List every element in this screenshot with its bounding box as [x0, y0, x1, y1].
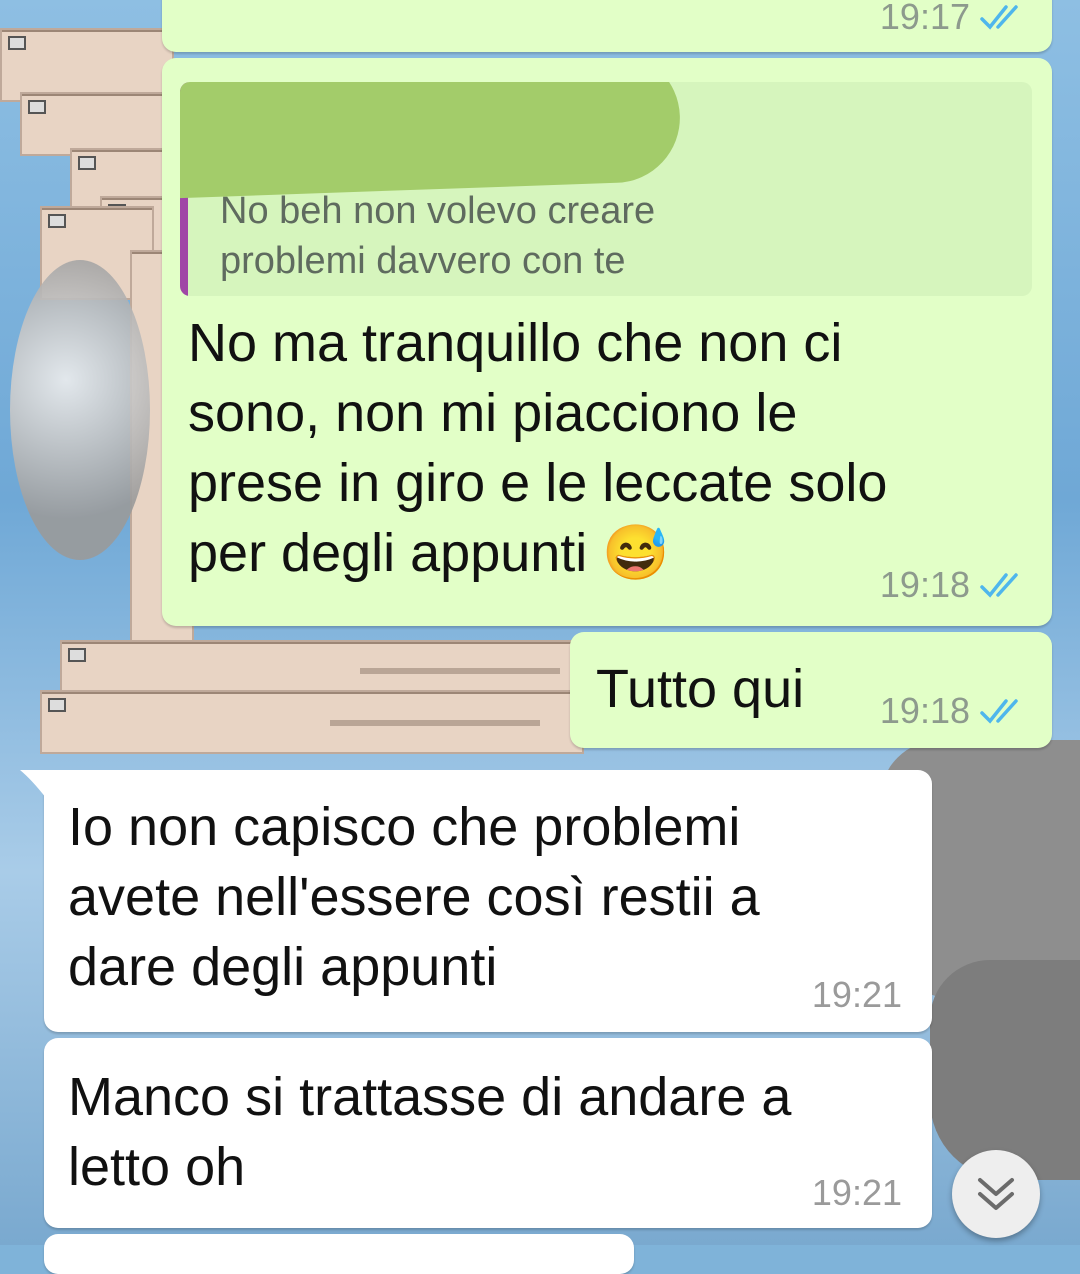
message-line: prese in giro e le leccate solo — [188, 453, 888, 513]
quote-text: No beh non volevo creare problemi davver… — [220, 186, 655, 286]
message-text: Io non capisco che problemi avete nell'e… — [68, 792, 760, 1002]
message-text: No ma tranquillo che non ci sono, non mi… — [188, 308, 887, 588]
message-line: avete nell'essere così restii a — [68, 867, 760, 927]
double-check-icon — [980, 573, 1018, 598]
double-check-icon — [980, 699, 1018, 724]
message-time: 19:18 — [879, 564, 970, 605]
message-meta: 19:21 — [812, 974, 902, 1016]
scroll-to-bottom-button[interactable] — [952, 1150, 1040, 1238]
message-line: dare degli appunti — [68, 937, 498, 997]
message-bubble-outgoing[interactable]: No beh non volevo creare problemi davver… — [162, 58, 1052, 626]
message-line: per degli appunti 😅 — [188, 523, 670, 583]
message-time: 19:21 — [811, 1172, 902, 1213]
quote-line: problemi davvero con te — [220, 240, 626, 282]
message-time: 19:21 — [811, 974, 902, 1015]
quoted-message[interactable]: No beh non volevo creare problemi davver… — [180, 82, 1032, 296]
message-line: Manco si trattasse di andare a — [68, 1067, 792, 1127]
bubble-tail — [20, 770, 46, 798]
message-meta: 19:18 — [880, 564, 1026, 606]
message-bubble-incoming[interactable]: Manco si trattasse di andare a letto oh … — [44, 1038, 932, 1228]
message-time: 19:18 — [879, 690, 970, 731]
double-check-icon — [980, 5, 1018, 30]
message-line: letto oh — [68, 1137, 246, 1197]
quote-author-redacted — [180, 82, 683, 200]
quote-line: No beh non volevo creare — [220, 190, 656, 232]
message-time: 19:17 — [879, 0, 970, 37]
message-bubble-incoming[interactable]: Io non capisco che problemi avete nell'e… — [20, 770, 932, 1032]
message-text: Manco si trattasse di andare a letto oh — [68, 1062, 791, 1202]
message-line: No ma tranquillo che non ci — [188, 313, 843, 373]
message-bubble-outgoing[interactable]: Tutto qui 19:18 — [570, 632, 1052, 748]
message-line: Tutto qui — [596, 659, 805, 719]
message-meta: 19:18 — [880, 690, 1026, 732]
chevron-double-down-icon — [978, 1178, 1014, 1210]
message-meta: 19:17 — [880, 0, 1026, 38]
message-bubble-incoming-partial[interactable] — [44, 1234, 634, 1274]
message-bubble-outgoing[interactable]: 19:17 — [162, 0, 1052, 52]
message-meta: 19:21 — [812, 1172, 902, 1214]
message-text: Tutto qui — [596, 654, 804, 724]
message-line: Io non capisco che problemi — [68, 797, 741, 857]
message-line: sono, non mi piacciono le — [188, 383, 798, 443]
